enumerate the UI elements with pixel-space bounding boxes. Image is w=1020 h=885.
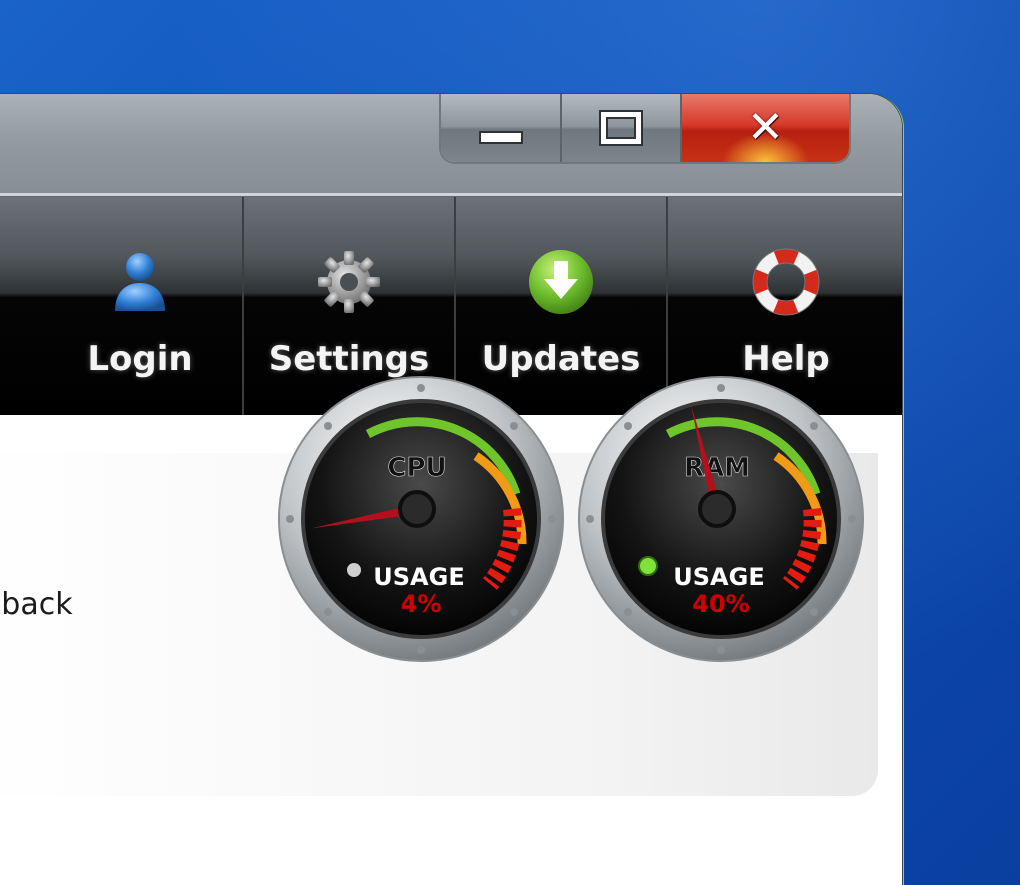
- user-icon: [115, 253, 165, 311]
- download-arrow-icon: [529, 250, 593, 314]
- cpu-indicator-light: [347, 563, 361, 577]
- close-icon: ✕: [746, 102, 784, 153]
- cpu-gauge-caption: USAGE: [373, 563, 464, 591]
- title-bar[interactable]: ✕: [0, 94, 902, 197]
- cpu-usage-gauge: CPU USAGE 4%: [278, 376, 564, 662]
- ram-gauge-title: RAM: [684, 453, 750, 483]
- cpu-gauge-value: 4%: [401, 590, 442, 618]
- maximize-icon: [599, 110, 644, 146]
- minimize-icon: [478, 130, 523, 144]
- cpu-gauge-title: CPU: [387, 453, 446, 483]
- close-button[interactable]: ✕: [681, 94, 849, 162]
- ram-indicator-light: [638, 556, 658, 576]
- lifebuoy-icon: [752, 248, 820, 316]
- caption-buttons: ✕: [441, 94, 849, 162]
- ram-usage-gauge: RAM USAGE 40%: [578, 376, 864, 662]
- maximize-button[interactable]: [562, 94, 682, 162]
- ram-gauge-value: 40%: [692, 590, 749, 618]
- welcome-text: t back: [0, 587, 73, 622]
- toolbar-login-button[interactable]: Login: [38, 197, 242, 415]
- toolbar-settings-label: Settings: [268, 339, 430, 379]
- toolbar-updates-label: Updates: [481, 339, 641, 379]
- toolbar-help-label: Help: [742, 339, 830, 379]
- minimize-button[interactable]: [441, 94, 563, 162]
- gear-icon: [318, 251, 380, 313]
- toolbar-login-label: Login: [87, 339, 193, 379]
- ram-gauge-caption: USAGE: [673, 563, 764, 591]
